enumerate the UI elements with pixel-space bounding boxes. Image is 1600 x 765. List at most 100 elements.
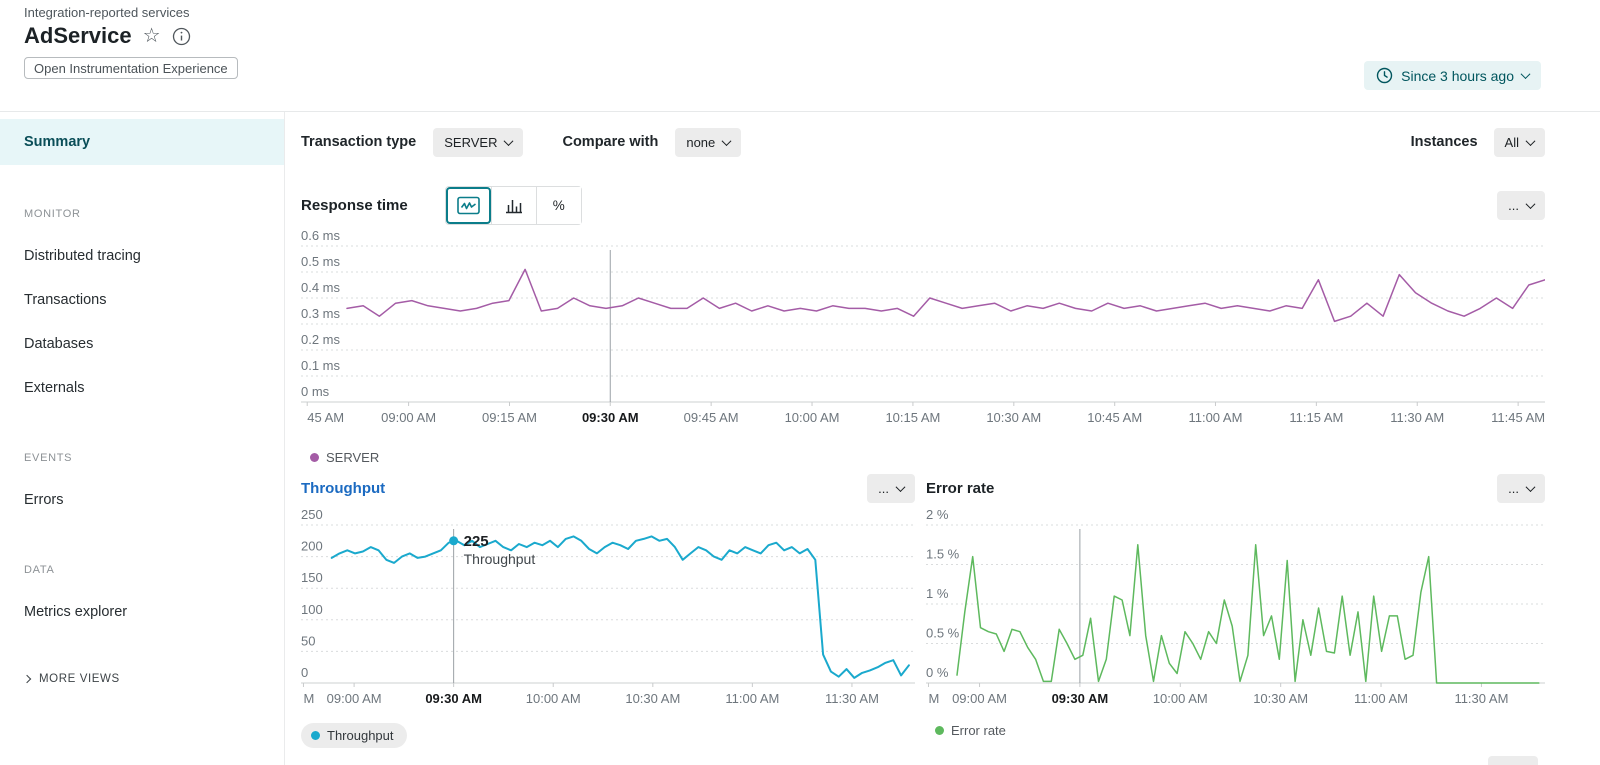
svg-text:Throughput: Throughput — [464, 551, 536, 567]
throughput-panel: Throughput ... 250200150100500M09:00 AM0… — [301, 473, 915, 748]
response-time-chart[interactable]: 0.6 ms0.5 ms0.4 ms0.3 ms0.2 ms0.1 ms0 ms… — [301, 230, 1545, 428]
svg-text:45 AM: 45 AM — [307, 410, 344, 425]
svg-text:100: 100 — [301, 602, 323, 617]
svg-text:250: 250 — [301, 509, 323, 522]
error-rate-panel: Error rate ... 2 %1.5 %1 %0.5 %0 %M09:00… — [926, 473, 1545, 748]
svg-text:09:30 AM: 09:30 AM — [1052, 691, 1109, 706]
bar-chart-icon — [504, 196, 524, 215]
svg-text:09:30 AM: 09:30 AM — [425, 691, 482, 706]
throughput-chart[interactable]: 250200150100500M09:00 AM09:30 AM10:00 AM… — [301, 509, 915, 709]
bar-chart-toggle-button[interactable] — [491, 187, 536, 224]
chevron-down-icon — [1526, 136, 1536, 146]
svg-text:11:30 AM: 11:30 AM — [1390, 410, 1444, 425]
svg-text:10:00 AM: 10:00 AM — [526, 691, 581, 706]
svg-text:0 %: 0 % — [926, 665, 949, 680]
svg-text:200: 200 — [301, 539, 323, 554]
error-rate-legend-dot — [935, 726, 944, 735]
sidebar-item-metrics-explorer[interactable]: Metrics explorer — [24, 604, 284, 620]
breadcrumb[interactable]: Integration-reported services — [24, 5, 189, 20]
more-icon: ... — [1508, 198, 1519, 213]
sidebar-more-views[interactable]: MORE VIEWS — [24, 673, 284, 685]
sidebar-section-data: DATA — [24, 564, 284, 576]
throughput-legend-dot — [311, 731, 320, 740]
response-time-legend[interactable]: SERVER — [310, 450, 1545, 465]
svg-text:11:00 AM: 11:00 AM — [1354, 691, 1408, 706]
info-icon[interactable] — [172, 27, 191, 46]
svg-text:0.2 ms: 0.2 ms — [301, 332, 341, 347]
error-rate-legend[interactable]: Error rate — [935, 723, 1006, 738]
svg-text:0.5 %: 0.5 % — [926, 626, 960, 641]
svg-text:09:30 AM: 09:30 AM — [582, 410, 639, 425]
svg-text:10:45 AM: 10:45 AM — [1087, 410, 1142, 425]
svg-text:10:15 AM: 10:15 AM — [885, 410, 940, 425]
page-title: AdService — [24, 23, 132, 49]
svg-text:1 %: 1 % — [926, 586, 949, 601]
svg-text:09:00 AM: 09:00 AM — [952, 691, 1007, 706]
svg-text:11:00 AM: 11:00 AM — [725, 691, 779, 706]
error-rate-chart[interactable]: 2 %1.5 %1 %0.5 %0 %M09:00 AM09:30 AM10:0… — [926, 509, 1545, 709]
line-chart-icon — [457, 196, 480, 215]
chevron-down-icon — [504, 136, 514, 146]
error-rate-title: Error rate — [926, 480, 994, 497]
svg-text:0.6 ms: 0.6 ms — [301, 230, 341, 243]
transaction-type-select[interactable]: SERVER — [433, 128, 523, 157]
svg-text:09:15 AM: 09:15 AM — [482, 410, 537, 425]
server-legend-dot — [310, 453, 319, 462]
sidebar-section-events: EVENTS — [24, 452, 284, 464]
more-icon: ... — [878, 481, 889, 496]
page-header: Integration-reported services AdService … — [0, 0, 1600, 112]
line-chart-toggle-button[interactable] — [446, 187, 491, 224]
svg-text:09:00 AM: 09:00 AM — [327, 691, 382, 706]
svg-text:11:30 AM: 11:30 AM — [825, 691, 879, 706]
response-time-header: Response time % ... — [301, 185, 1545, 225]
svg-text:0 ms: 0 ms — [301, 384, 330, 399]
compare-with-label: Compare with — [562, 134, 658, 150]
svg-text:09:45 AM: 09:45 AM — [684, 410, 739, 425]
svg-text:0: 0 — [301, 665, 308, 680]
svg-text:10:30 AM: 10:30 AM — [1253, 691, 1308, 706]
svg-text:11:45 AM: 11:45 AM — [1491, 410, 1545, 425]
chevron-down-icon — [722, 136, 732, 146]
sidebar-item-databases[interactable]: Databases — [24, 336, 284, 352]
chevron-down-icon — [1526, 482, 1536, 492]
percent-toggle-button[interactable]: % — [536, 187, 581, 224]
svg-text:0.3 ms: 0.3 ms — [301, 306, 341, 321]
svg-text:11:15 AM: 11:15 AM — [1289, 410, 1343, 425]
clock-icon — [1376, 67, 1393, 84]
svg-text:M: M — [303, 691, 314, 706]
instances-label: Instances — [1411, 134, 1478, 150]
chevron-down-icon — [896, 482, 906, 492]
sidebar: Summary MONITOR Distributed tracing Tran… — [0, 112, 285, 765]
svg-text:10:00 AM: 10:00 AM — [1153, 691, 1208, 706]
chevron-right-icon — [23, 675, 31, 683]
main-content: Transaction type SERVER Compare with non… — [285, 112, 1600, 765]
response-time-title: Response time — [301, 197, 408, 214]
svg-text:M: M — [928, 691, 939, 706]
svg-text:150: 150 — [301, 570, 323, 585]
error-rate-menu-button[interactable]: ... — [1497, 474, 1545, 503]
throughput-title[interactable]: Throughput — [301, 480, 385, 497]
throughput-legend[interactable]: Throughput — [301, 723, 407, 748]
svg-text:10:30 AM: 10:30 AM — [986, 410, 1041, 425]
favorite-star-icon[interactable]: ☆ — [143, 26, 161, 46]
throughput-menu-button[interactable]: ... — [867, 474, 915, 503]
svg-text:09:00 AM: 09:00 AM — [381, 410, 436, 425]
sidebar-item-transactions[interactable]: Transactions — [24, 292, 284, 308]
time-picker-label: Since 3 hours ago — [1401, 68, 1514, 84]
response-time-menu-button[interactable]: ... — [1497, 191, 1545, 220]
sidebar-item-externals[interactable]: Externals — [24, 380, 284, 396]
sidebar-item-distributed-tracing[interactable]: Distributed tracing — [24, 248, 284, 264]
sidebar-section-monitor: MONITOR — [24, 208, 284, 220]
more-icon: ... — [1508, 481, 1519, 496]
instances-select[interactable]: All — [1494, 128, 1545, 157]
time-picker-button[interactable]: Since 3 hours ago — [1364, 61, 1541, 90]
apm-summary-page: Integration-reported services AdService … — [0, 0, 1600, 765]
open-instrumentation-button[interactable]: Open Instrumentation Experience — [24, 57, 238, 79]
svg-text:0.1 ms: 0.1 ms — [301, 358, 341, 373]
svg-text:10:30 AM: 10:30 AM — [625, 691, 680, 706]
chart-type-toggle: % — [445, 186, 582, 225]
transaction-type-label: Transaction type — [301, 134, 416, 150]
compare-with-select[interactable]: none — [675, 128, 741, 157]
sidebar-item-errors[interactable]: Errors — [24, 492, 284, 508]
sidebar-item-summary[interactable]: Summary — [0, 119, 284, 165]
